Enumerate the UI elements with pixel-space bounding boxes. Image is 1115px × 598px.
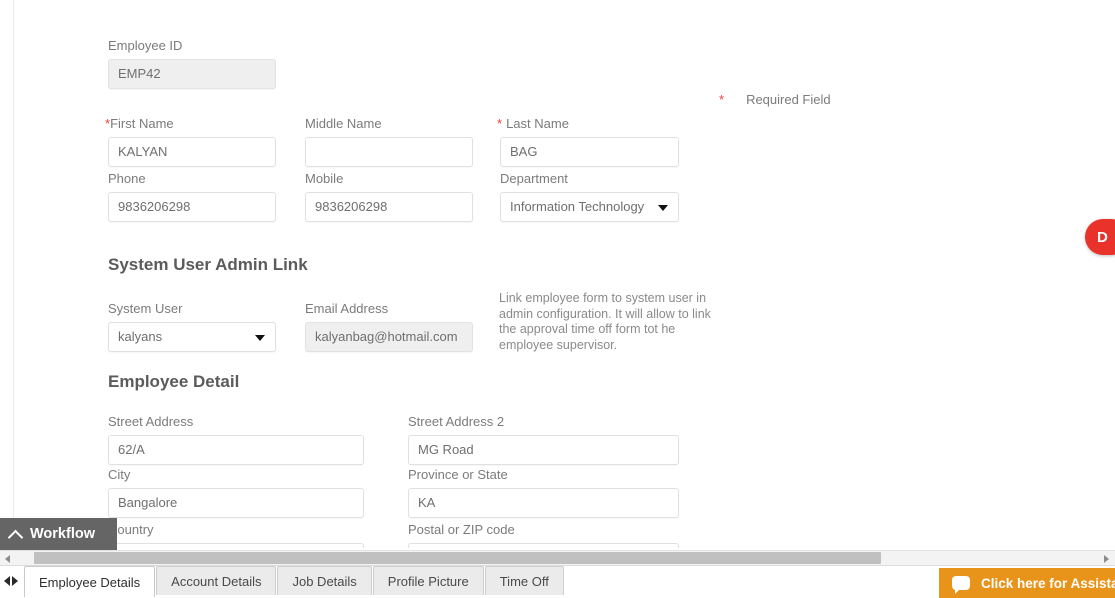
employee-id-input[interactable]: EMP42	[108, 59, 276, 89]
chevron-down-icon	[255, 335, 265, 341]
city-label: City	[108, 467, 131, 482]
field-phone: Phone 9836206298	[108, 171, 276, 222]
first-name-input[interactable]: KALYAN	[108, 137, 276, 167]
chat-assistance-widget[interactable]: × Click here for Assistance	[939, 568, 1115, 598]
middle-name-label: Middle Name	[305, 116, 382, 131]
tab-employee-details[interactable]: Employee Details	[24, 566, 156, 597]
tab-time-off[interactable]: Time Off	[484, 566, 564, 595]
province-or-state-input[interactable]: KA	[408, 488, 679, 518]
scroll-right-arrow-icon[interactable]	[1099, 551, 1115, 565]
required-field-note: * Required Field	[719, 92, 831, 107]
field-last-name: * Last Name BAG	[497, 116, 679, 167]
field-country: Country	[108, 522, 364, 548]
tab-prev-arrow-icon[interactable]	[4, 576, 10, 586]
country-input[interactable]	[108, 543, 364, 548]
left-edge-rule	[13, 0, 14, 548]
country-label: Country	[108, 522, 154, 537]
street-address-2-input[interactable]: MG Road	[408, 435, 679, 465]
middle-name-input[interactable]	[305, 137, 473, 167]
tab-next-arrow-icon[interactable]	[12, 576, 18, 586]
tab-list: Employee Details Account Details Job Det…	[24, 566, 565, 598]
phone-input[interactable]: 9836206298	[108, 192, 276, 222]
scroll-left-arrow-icon[interactable]	[0, 551, 16, 565]
field-department: Department Information Technology	[500, 171, 679, 222]
street-address-2-label: Street Address 2	[408, 414, 505, 429]
system-user-select[interactable]: kalyans	[108, 322, 276, 352]
system-user-selected-value: kalyans	[118, 329, 163, 344]
chat-assistance-label: Click here for Assistance	[981, 575, 1115, 591]
tab-job-details[interactable]: Job Details	[277, 566, 372, 595]
mobile-input[interactable]: 9836206298	[305, 192, 473, 222]
field-postal-or-zip: Postal or ZIP code	[408, 522, 679, 548]
last-name-input[interactable]: BAG	[500, 137, 679, 167]
field-city: City Bangalore	[108, 467, 364, 518]
street-address-label: Street Address	[108, 414, 194, 429]
email-address-label: Email Address	[305, 301, 389, 316]
street-address-input[interactable]: 62/A	[108, 435, 364, 465]
system-user-label: System User	[108, 301, 183, 316]
employee-id-label: Employee ID	[108, 38, 183, 53]
field-employee-id: Employee ID EMP42	[108, 38, 276, 89]
horizontal-scrollbar[interactable]	[0, 550, 1115, 565]
tab-profile-picture[interactable]: Profile Picture	[372, 566, 484, 595]
app-root: * Required Field Employee ID EMP42 *First…	[0, 0, 1115, 598]
city-input[interactable]: Bangalore	[108, 488, 364, 518]
postal-or-zip-input[interactable]	[408, 543, 679, 548]
right-edge-red-tab[interactable]: D	[1085, 219, 1115, 255]
system-user-admin-link-title: System User Admin Link	[108, 255, 308, 274]
workflow-label: Workflow	[30, 526, 95, 542]
mobile-label: Mobile	[305, 171, 344, 186]
employee-details-form: * Required Field Employee ID EMP42 *First…	[0, 0, 1115, 548]
workflow-toggle-bar[interactable]: Workflow	[0, 518, 117, 550]
chevron-up-icon	[6, 524, 26, 544]
first-name-label: *First Name	[105, 116, 276, 132]
chat-bubble-icon	[952, 576, 970, 594]
required-asterisk-icon: *	[497, 116, 503, 131]
system-user-help-text: Link employee form to system user in adm…	[499, 291, 711, 352]
department-select[interactable]: Information Technology	[500, 192, 679, 222]
employee-detail-title: Employee Detail	[108, 372, 240, 391]
right-edge-tab-label: D	[1097, 228, 1108, 246]
last-name-label: * Last Name	[497, 116, 679, 132]
required-field-label: Required Field	[746, 92, 831, 107]
province-or-state-label: Province or State	[408, 467, 508, 482]
scrollbar-thumb[interactable]	[34, 552, 881, 564]
department-label: Department	[500, 171, 568, 186]
department-selected-value: Information Technology	[510, 199, 645, 214]
chevron-down-icon	[658, 205, 668, 211]
field-street-address: Street Address 62/A	[108, 414, 364, 465]
required-asterisk-icon: *	[719, 92, 725, 107]
postal-or-zip-label: Postal or ZIP code	[408, 522, 515, 537]
scrollbar-track[interactable]	[16, 551, 1099, 565]
field-province-or-state: Province or State KA	[408, 467, 679, 518]
field-system-user: System User kalyans	[108, 301, 276, 352]
first-name-label-text: First Name	[110, 116, 174, 131]
last-name-label-text: Last Name	[506, 116, 569, 131]
tab-account-details[interactable]: Account Details	[156, 566, 277, 595]
field-mobile: Mobile 9836206298	[305, 171, 473, 222]
field-first-name: *First Name KALYAN	[105, 116, 276, 167]
field-email-address: Email Address kalyanbag@hotmail.com	[305, 301, 473, 352]
field-street-address-2: Street Address 2 MG Road	[408, 414, 679, 465]
email-address-input[interactable]: kalyanbag@hotmail.com	[305, 322, 473, 352]
field-middle-name: Middle Name	[305, 116, 473, 167]
phone-label: Phone	[108, 171, 146, 186]
